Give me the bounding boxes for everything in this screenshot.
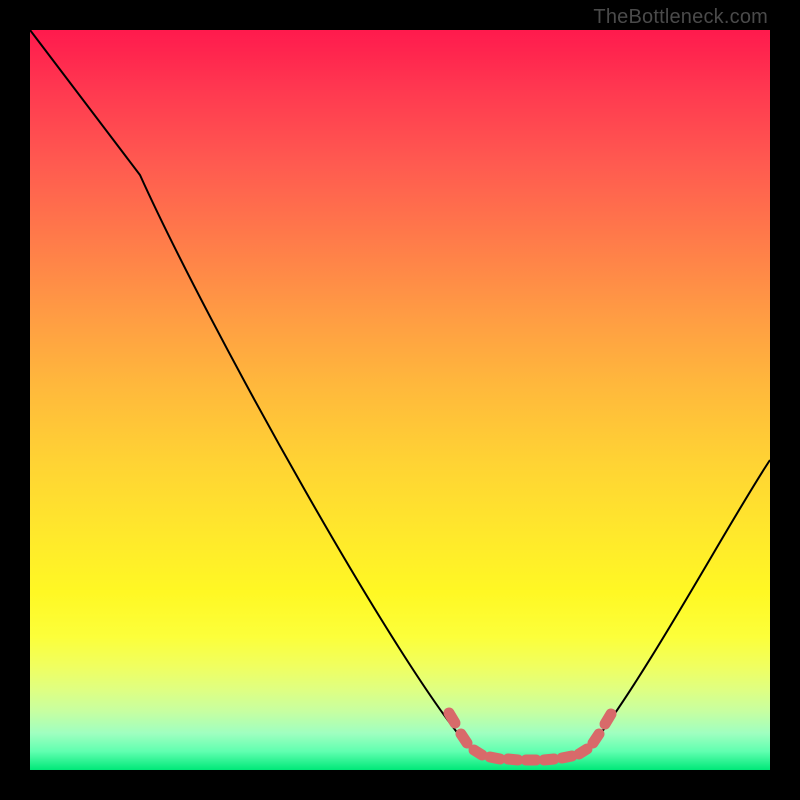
marker-dot — [449, 713, 455, 723]
chart-svg — [30, 30, 770, 770]
marker-dot — [508, 759, 518, 760]
bottleneck-curve — [30, 30, 770, 760]
marker-dot — [474, 750, 482, 755]
marker-dot — [490, 757, 500, 759]
marker-dot — [593, 734, 599, 743]
watermark-text: TheBottleneck.com — [593, 6, 768, 29]
marker-dot — [605, 714, 611, 724]
marker-dot — [562, 756, 572, 758]
marker-dot — [461, 734, 467, 743]
marker-dot — [544, 759, 554, 760]
marker-dot — [579, 749, 587, 754]
optimal-range-markers — [449, 713, 611, 760]
